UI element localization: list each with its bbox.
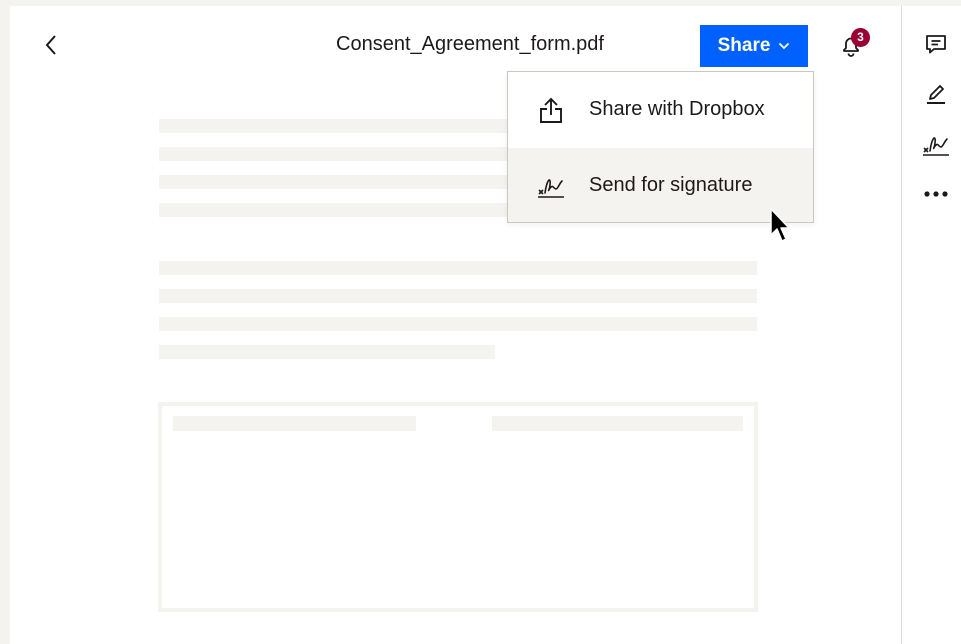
chevron-left-icon[interactable]	[40, 33, 62, 57]
share-dropdown-menu: Share with Dropbox Send for signature	[507, 71, 814, 223]
document-title: Consent_Agreement_form.pdf	[336, 33, 604, 55]
notification-badge: 3	[851, 28, 870, 47]
signature-icon	[536, 172, 566, 200]
menu-item-share-with-dropbox[interactable]: Share with Dropbox	[508, 72, 813, 146]
text-placeholder-line	[159, 345, 495, 359]
document-viewer: Consent_Agreement_form.pdf Share 3 Share…	[10, 6, 961, 644]
share-upload-icon	[536, 96, 566, 124]
pencil-icon[interactable]	[922, 80, 950, 108]
right-rail-divider	[901, 6, 902, 644]
more-icon[interactable]	[922, 180, 950, 208]
text-placeholder-line	[159, 147, 519, 161]
signature-field-placeholder	[173, 416, 416, 431]
chevron-down-icon	[778, 42, 790, 50]
text-placeholder-line	[159, 289, 757, 303]
text-placeholder-line	[159, 119, 519, 133]
text-placeholder-line	[159, 317, 757, 331]
share-button[interactable]: Share	[700, 25, 808, 67]
menu-item-send-for-signature[interactable]: Send for signature	[508, 148, 813, 222]
signature-block	[158, 402, 758, 612]
text-placeholder-line	[159, 175, 519, 189]
date-field-placeholder	[492, 416, 743, 431]
menu-item-label: Share with Dropbox	[589, 98, 765, 120]
signature-icon[interactable]	[922, 130, 950, 158]
share-button-label: Share	[717, 35, 771, 56]
comment-icon[interactable]	[922, 30, 950, 58]
text-placeholder-line	[159, 203, 519, 217]
text-placeholder-line	[159, 261, 757, 275]
menu-item-label: Send for signature	[589, 174, 753, 196]
